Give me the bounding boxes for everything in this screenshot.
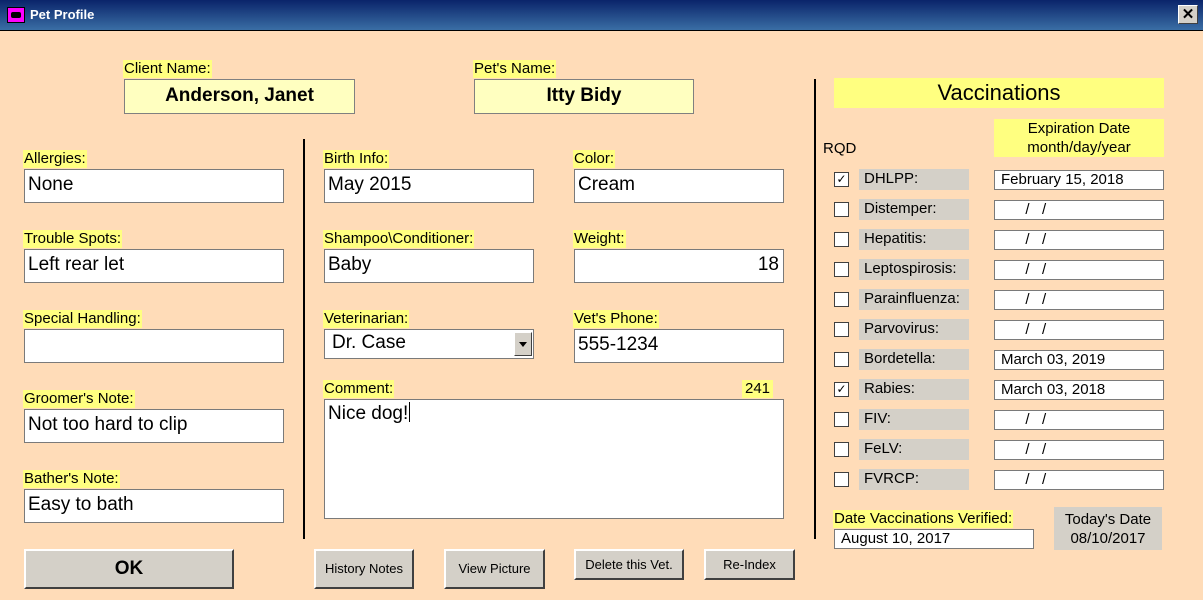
vaccination-name: Hepatitis: bbox=[859, 229, 969, 250]
vaccination-name: FeLV: bbox=[859, 439, 969, 460]
weight-label: Weight: bbox=[573, 230, 626, 248]
text-caret bbox=[409, 402, 411, 422]
client-name-label: Client Name: bbox=[123, 60, 212, 78]
vaccination-checkbox[interactable] bbox=[834, 412, 849, 427]
todays-date-label: Today's Date bbox=[1064, 511, 1152, 528]
allergies-label: Allergies: bbox=[23, 150, 87, 168]
vaccination-expiration-date[interactable]: / / bbox=[994, 260, 1164, 280]
pet-name-field[interactable]: Itty Bidy bbox=[474, 79, 694, 114]
veterinarian-label: Veterinarian: bbox=[323, 310, 410, 328]
reindex-button[interactable]: Re-Index bbox=[704, 549, 795, 580]
vaccination-expiration-date[interactable]: / / bbox=[994, 320, 1164, 340]
pet-profile-window: Client Name: Anderson, Janet Pet's Name:… bbox=[3, 31, 1200, 597]
window-title: Pet Profile bbox=[30, 7, 95, 22]
comment-char-count: 241 bbox=[742, 380, 774, 398]
close-button[interactable]: ✕ bbox=[1178, 5, 1198, 24]
vaccination-expiration-date[interactable]: / / bbox=[994, 200, 1164, 220]
vaccination-checkbox[interactable] bbox=[834, 262, 849, 277]
shampoo-label: Shampoo\Conditioner: bbox=[323, 230, 475, 248]
vaccination-expiration-date[interactable]: / / bbox=[994, 290, 1164, 310]
checkmark-icon: ✓ bbox=[836, 382, 847, 396]
vaccination-expiration-date[interactable]: February 15, 2018 bbox=[994, 170, 1164, 190]
vaccination-name: Distemper: bbox=[859, 199, 969, 220]
veterinarian-selected-value: Dr. Case bbox=[332, 332, 406, 353]
special-handling-field[interactable] bbox=[24, 329, 284, 363]
groomers-note-label: Groomer's Note: bbox=[23, 390, 135, 408]
vaccinations-title: Vaccinations bbox=[834, 78, 1164, 108]
trouble-spots-label: Trouble Spots: bbox=[23, 230, 122, 248]
vaccination-name: Leptospirosis: bbox=[859, 259, 969, 280]
vaccination-checkbox[interactable] bbox=[834, 352, 849, 367]
comment-label: Comment: bbox=[323, 380, 395, 398]
vaccination-expiration-date[interactable]: / / bbox=[994, 230, 1164, 250]
comment-text: Nice dog! bbox=[328, 403, 409, 424]
vaccination-checkbox[interactable] bbox=[834, 322, 849, 337]
vets-phone-label: Vet's Phone: bbox=[573, 310, 659, 328]
special-handling-label: Special Handling: bbox=[23, 310, 142, 328]
vaccination-expiration-date[interactable]: / / bbox=[994, 440, 1164, 460]
vaccination-name: DHLPP: bbox=[859, 169, 969, 190]
expiration-date-header: Expiration Date month/day/year bbox=[994, 119, 1164, 157]
right-divider bbox=[814, 79, 816, 539]
vaccination-name: Rabies: bbox=[859, 379, 969, 400]
expiration-date-header-line1: Expiration Date bbox=[1027, 120, 1131, 137]
expiration-date-header-line2: month/day/year bbox=[1027, 139, 1131, 156]
vaccination-checkbox[interactable] bbox=[834, 472, 849, 487]
vaccination-name: FVRCP: bbox=[859, 469, 969, 490]
allergies-field[interactable]: None bbox=[24, 169, 284, 203]
shampoo-field[interactable]: Baby bbox=[324, 249, 534, 283]
vaccination-name: Parvovirus: bbox=[859, 319, 969, 340]
delete-vet-button[interactable]: Delete this Vet. bbox=[574, 549, 684, 580]
birth-info-label: Birth Info: bbox=[323, 150, 390, 168]
vaccination-checkbox[interactable] bbox=[834, 442, 849, 457]
bathers-note-label: Bather's Note: bbox=[23, 470, 120, 488]
ok-button[interactable]: OK bbox=[24, 549, 234, 589]
weight-field[interactable]: 18 bbox=[574, 249, 784, 283]
vaccination-expiration-date[interactable]: / / bbox=[994, 470, 1164, 490]
dropdown-arrow-button[interactable] bbox=[514, 332, 532, 356]
vets-phone-field[interactable]: 555-1234 bbox=[574, 329, 784, 363]
client-name-field[interactable]: Anderson, Janet bbox=[124, 79, 355, 114]
dog-icon bbox=[7, 7, 25, 23]
veterinarian-select[interactable]: Dr. Case bbox=[324, 329, 534, 359]
date-verified-label: Date Vaccinations Verified: bbox=[833, 510, 1014, 528]
color-label: Color: bbox=[573, 150, 616, 168]
title-bar: Pet Profile ✕ bbox=[0, 0, 1203, 31]
left-divider bbox=[303, 139, 305, 539]
vaccination-name: Bordetella: bbox=[859, 349, 969, 370]
todays-date-panel: Today's Date 08/10/2017 bbox=[1054, 507, 1162, 550]
vaccination-checkbox[interactable] bbox=[834, 202, 849, 217]
bathers-note-field[interactable]: Easy to bath bbox=[24, 489, 284, 523]
vaccination-checkbox[interactable] bbox=[834, 292, 849, 307]
date-verified-field[interactable]: August 10, 2017 bbox=[834, 529, 1034, 549]
vaccination-name: FIV: bbox=[859, 409, 969, 430]
color-field[interactable]: Cream bbox=[574, 169, 784, 203]
vaccination-expiration-date[interactable]: / / bbox=[994, 410, 1164, 430]
vaccination-expiration-date[interactable]: March 03, 2019 bbox=[994, 350, 1164, 370]
vaccination-checkbox[interactable]: ✓ bbox=[834, 382, 849, 397]
birth-info-field[interactable]: May 2015 bbox=[324, 169, 534, 203]
view-picture-button[interactable]: View Picture bbox=[444, 549, 545, 589]
vaccination-checkbox[interactable]: ✓ bbox=[834, 172, 849, 187]
vaccination-name: Parainfluenza: bbox=[859, 289, 969, 310]
pet-name-label: Pet's Name: bbox=[473, 60, 557, 78]
vaccination-expiration-date[interactable]: March 03, 2018 bbox=[994, 380, 1164, 400]
rqd-label: RQD bbox=[823, 140, 857, 157]
groomers-note-field[interactable]: Not too hard to clip bbox=[24, 409, 284, 443]
history-notes-button[interactable]: History Notes bbox=[314, 549, 414, 589]
checkmark-icon: ✓ bbox=[836, 172, 847, 186]
trouble-spots-field[interactable]: Left rear let bbox=[24, 249, 284, 283]
vaccination-checkbox[interactable] bbox=[834, 232, 849, 247]
comment-textarea[interactable]: Nice dog! bbox=[324, 399, 784, 519]
todays-date-value: 08/10/2017 bbox=[1070, 530, 1146, 547]
chevron-down-icon bbox=[519, 342, 527, 347]
